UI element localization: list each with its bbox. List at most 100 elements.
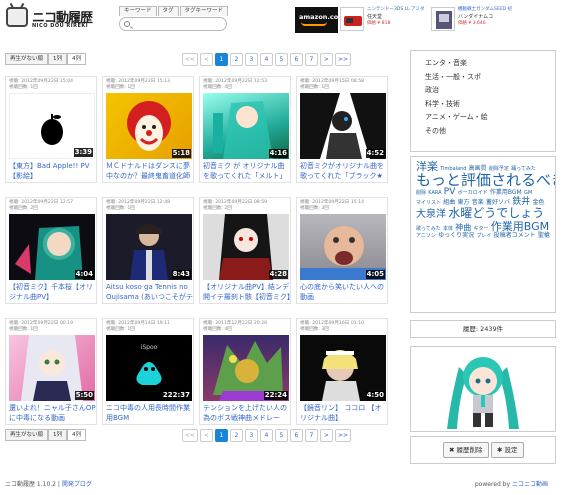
dev-blog-link[interactable]: 開発ブログ [62, 481, 92, 488]
page-next[interactable]: > [319, 53, 333, 66]
tag-link[interactable]: GM [524, 190, 532, 196]
tag-link[interactable]: 神曲 [455, 223, 471, 232]
video-card[interactable]: 視聴: 2012年09月15日 08:58 視聴回数: 1回 4:52 初音ミク… [296, 76, 388, 183]
tag-link[interactable]: 作業用BGM [491, 220, 549, 233]
tag-link[interactable]: もっと評価されるべき [416, 171, 555, 189]
page-prev[interactable]: < [199, 53, 213, 66]
video-title[interactable]: 【オリジナル曲PV】結ンデ開イテ羅刹ト骸【初音ミク】 [203, 282, 291, 303]
video-thumbnail[interactable]: 22:24 [203, 335, 289, 401]
page-last[interactable]: >> [334, 53, 351, 66]
tag-link[interactable]: 組曲 [443, 199, 455, 206]
category-item[interactable]: その他 [425, 125, 555, 139]
video-card[interactable]: 視聴: 2012年09月22日 12:57 視聴回数: 2回 4:04 【初音ミ… [5, 197, 97, 304]
tag-link[interactable]: PV [444, 187, 456, 197]
video-thumbnail[interactable]: 4:50 [300, 335, 386, 401]
tag-link[interactable]: ギター [473, 226, 488, 232]
tag-link[interactable]: ボーカロイド [458, 190, 488, 196]
video-thumbnail[interactable]: 5:50 [9, 335, 95, 401]
tag-link[interactable]: 本体 [443, 226, 453, 232]
category-item[interactable]: アニメ・ゲーム・絵 [425, 111, 555, 125]
video-title[interactable]: 【鏡音リン】 ココロ 【オリジナル曲】 [300, 403, 388, 424]
page-last[interactable]: >> [334, 429, 351, 442]
niconico-link[interactable]: ニコニコ動画 [512, 481, 548, 488]
search-tab-keyword[interactable]: キーワード [119, 6, 157, 16]
tag-link[interactable]: 金色 [533, 199, 545, 206]
sort-button[interactable]: 再生がない順 [5, 53, 49, 65]
page-4[interactable]: 4 [259, 429, 273, 442]
search-input[interactable] [119, 17, 227, 31]
video-card[interactable]: 視聴: 2012年09月22日 08:59 視聴回数: 2回 4:28 【オリジ… [199, 197, 291, 304]
page-first[interactable]: << [181, 53, 198, 66]
amazon-ad[interactable]: amazon.co.jp [295, 7, 348, 33]
video-card[interactable]: 視聴: 2012年09月16日 01:10 視聴回数: 3回 4:50 【鏡音リ… [296, 318, 388, 425]
tag-link[interactable]: 作業用BGM [490, 189, 522, 196]
video-title[interactable]: 【初音ミク】千本桜【オリジナル曲PV】 [9, 282, 97, 303]
tag-link[interactable]: 蓄好ソバ [486, 199, 510, 206]
video-title[interactable]: ＭＣドナルドはダンスに夢中なのか？最終鬼畜道化師ドナルド・Ｍ [106, 161, 194, 182]
page-first[interactable]: << [181, 429, 198, 442]
video-thumbnail[interactable]: 4:52 [300, 93, 386, 159]
search-tab-tag[interactable]: タグ [157, 6, 179, 16]
tag-link[interactable]: 投稿者コメント [494, 232, 536, 239]
tag-link[interactable]: アニソン [416, 233, 436, 239]
page-2[interactable]: 2 [229, 53, 243, 66]
video-title[interactable]: 心の底から笑いたい人への動画 [300, 282, 388, 303]
view-1col-button[interactable]: 1列 [48, 53, 68, 65]
video-card[interactable]: 視聴: 2011年12月22日 20:28 視聴回数: 4回 22:24 テンシ… [199, 318, 291, 425]
video-thumbnail[interactable]: 4:16 [203, 93, 289, 159]
video-title[interactable]: テンションを上げたい人の為のボス戦神曲メドレー [203, 403, 291, 424]
page-5[interactable]: 5 [274, 53, 288, 66]
video-card[interactable]: 視聴: 2012年09月22日 12:48 視聴回数: 1回 8:43 Aits… [102, 197, 194, 304]
video-card[interactable]: 視聴: 2012年09月22日 15:13 視聴回数: 1回 5:18 ＭＣドナ… [102, 76, 194, 183]
page-6[interactable]: 6 [289, 429, 303, 442]
video-thumbnail[interactable]: 5:18 [106, 93, 192, 159]
video-card[interactable]: 視聴: 2012年09月22日 15:04 視聴回数: 1回 3:39 【東方】… [5, 76, 97, 183]
video-title[interactable]: 初音ミク が オリジナル曲を歌ってくれた「メルト」 [203, 161, 291, 182]
video-card[interactable]: 視聴: 2012年09月22日 15:14 視聴回数: 3回 4:05 心の底か… [296, 197, 388, 304]
video-thumbnail[interactable]: iSpoo 222:37 [106, 335, 192, 401]
video-thumbnail[interactable]: 8:43 [106, 214, 192, 280]
video-title[interactable]: Aitsu koso ga Tennis no Oujisama (あいつこそが… [106, 282, 194, 303]
tag-link[interactable]: 東方 [458, 199, 470, 206]
category-item[interactable]: 生活・一般・スポ [425, 71, 555, 85]
video-card[interactable]: 視聴: 2012年09月22日 12:53 視聴回数: 4回 4:16 初音ミク… [199, 76, 291, 183]
video-title[interactable]: 還いよれ！ニャル子さんOPに中毒になる動画 [9, 403, 97, 424]
tag-link[interactable]: 水曜どうでしょう [448, 206, 544, 220]
tag-link[interactable]: 大泉洋 [416, 209, 446, 220]
tag-link[interactable]: 歌ってみた [416, 226, 441, 232]
page-1[interactable]: 1 [214, 53, 228, 66]
video-title[interactable]: ニコ中毒の人用長時間作業用BGM [106, 403, 194, 424]
settings-button[interactable]: ✱ 設定 [491, 442, 524, 458]
tag-link[interactable]: マイリスト [416, 200, 441, 206]
view-4col-button[interactable]: 4列 [67, 429, 87, 441]
page-2[interactable]: 2 [229, 429, 243, 442]
page-next[interactable]: > [319, 429, 333, 442]
figure-ad[interactable] [410, 346, 556, 432]
page-4[interactable]: 4 [259, 53, 273, 66]
category-item[interactable]: 政治 [425, 84, 555, 98]
sort-button[interactable]: 再生がない順 [5, 429, 49, 441]
tag-link[interactable]: KARA [428, 190, 441, 196]
category-item[interactable]: 科学・技術 [425, 98, 555, 112]
tag-link[interactable]: 音楽 [472, 199, 484, 206]
video-thumbnail[interactable]: 4:04 [9, 214, 95, 280]
tag-link[interactable]: ゆっくり実況 [438, 232, 474, 239]
page-7[interactable]: 7 [304, 53, 318, 66]
page-7[interactable]: 7 [304, 429, 318, 442]
logo[interactable]: ニコ動履歴 NICO DOU RIREKI [6, 5, 98, 33]
video-thumbnail[interactable]: 4:28 [203, 214, 289, 280]
page-1[interactable]: 1 [214, 429, 228, 442]
tag-link[interactable]: 聖槍 [538, 232, 550, 239]
video-thumbnail[interactable]: 3:39 [9, 93, 95, 159]
page-6[interactable]: 6 [289, 53, 303, 66]
page-3[interactable]: 3 [244, 53, 258, 66]
video-thumbnail[interactable]: 4:05 [300, 214, 386, 280]
page-prev[interactable]: < [199, 429, 213, 442]
page-3[interactable]: 3 [244, 429, 258, 442]
tag-link[interactable]: プレイ [476, 233, 491, 239]
video-card[interactable]: 視聴: 2012年09月14日 19:11 視聴回数: 1回 iSpoo 222… [102, 318, 194, 425]
view-4col-button[interactable]: 4列 [67, 53, 87, 65]
video-title[interactable]: 【東方】Bad Apple!! PV【影絵】 [9, 161, 97, 182]
category-item[interactable]: エンタ・音楽 [425, 57, 555, 71]
delete-history-button[interactable]: ✖ 履歴削除 [443, 442, 489, 458]
